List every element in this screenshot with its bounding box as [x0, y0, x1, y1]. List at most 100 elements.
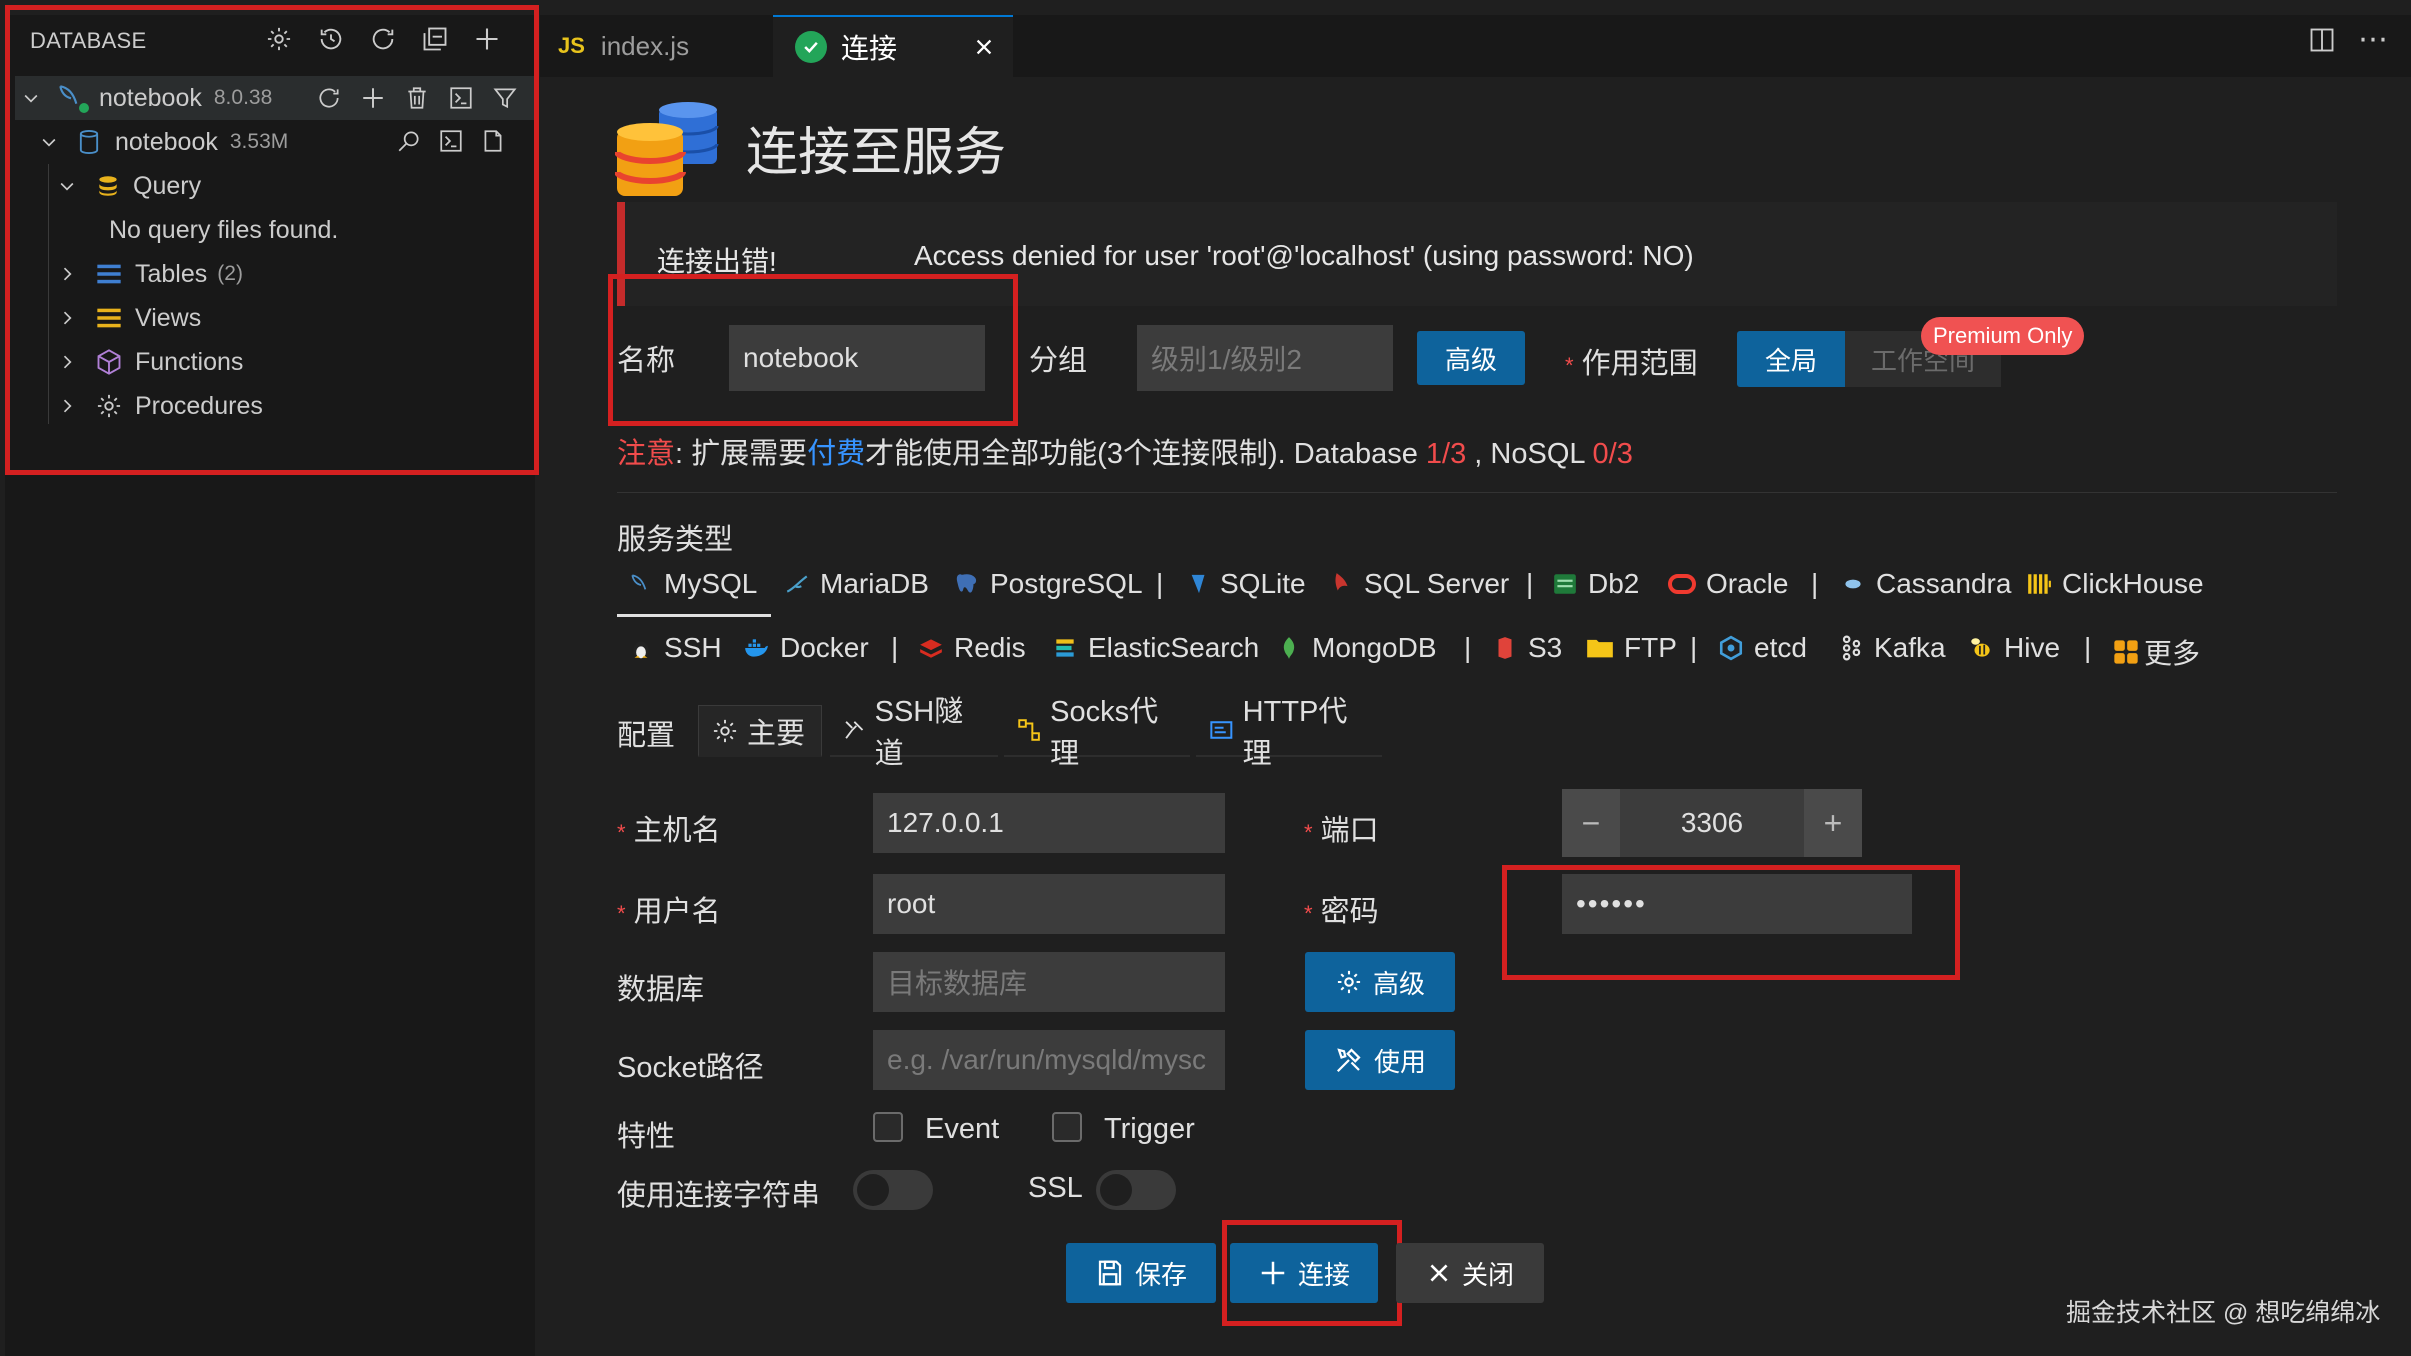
group-input[interactable]: 级别1/级别2	[1137, 325, 1393, 391]
service-more[interactable]: 更多	[2112, 632, 2200, 672]
kafka-icon	[1842, 635, 1861, 661]
chevron-right-icon[interactable]	[55, 306, 79, 330]
database-advanced-button[interactable]: 高级	[1305, 952, 1455, 1012]
service-label: SQLite	[1220, 568, 1306, 599]
trigger-checkbox[interactable]	[1052, 1112, 1082, 1142]
service-postgresql[interactable]: PostgreSQL	[954, 568, 1143, 600]
separator: |	[1690, 632, 1698, 663]
service-mongodb[interactable]: MongoDB	[1276, 632, 1437, 664]
service-redis[interactable]: Redis	[918, 632, 1026, 664]
terminal-icon[interactable]	[444, 81, 478, 115]
service-label: Docker	[780, 632, 869, 663]
tree-query-empty: No query files found.	[15, 208, 535, 252]
tab-main[interactable]: 主要	[698, 705, 822, 757]
chevron-down-icon[interactable]	[37, 130, 61, 154]
tab-label: 连接	[841, 33, 898, 64]
functions-label: Functions	[135, 347, 244, 376]
filter-icon[interactable]	[488, 81, 522, 115]
service-ftp[interactable]: FTP	[1586, 632, 1677, 664]
sqlite-icon	[1191, 574, 1205, 594]
connect-button[interactable]: 连接	[1230, 1243, 1378, 1303]
tab-http-proxy[interactable]: HTTP代理	[1196, 696, 1382, 770]
service-mysql[interactable]: MySQL	[628, 568, 757, 600]
service-clickhouse[interactable]: ClickHouse	[2026, 568, 2204, 600]
tab-socks-proxy[interactable]: Socks代理	[1004, 696, 1190, 770]
scope-global-button[interactable]: 全局	[1737, 331, 1845, 387]
refresh-icon[interactable]	[312, 81, 346, 115]
service-label: Cassandra	[1876, 568, 2012, 599]
service-kafka[interactable]: Kafka	[1838, 632, 1946, 664]
service-elasticsearch[interactable]: ElasticSearch	[1052, 632, 1259, 664]
close-button[interactable]: 关闭	[1396, 1243, 1544, 1303]
add-icon[interactable]	[356, 81, 390, 115]
grid-icon	[2114, 640, 2138, 664]
service-docker[interactable]: Docker	[742, 632, 869, 664]
tree-views[interactable]: Views	[15, 296, 535, 340]
tree-procedures[interactable]: Procedures	[15, 384, 535, 428]
service-s3[interactable]: S3	[1492, 632, 1562, 664]
socks-proxy-icon	[1018, 719, 1040, 741]
chevron-right-icon[interactable]	[55, 350, 79, 374]
service-sqlserver[interactable]: SQL Server	[1328, 568, 1509, 600]
password-input[interactable]: ••••••	[1562, 874, 1912, 934]
service-hive[interactable]: Hive	[1968, 632, 2060, 664]
pay-link[interactable]: 付费	[807, 438, 865, 470]
config-label: 配置	[617, 720, 676, 752]
tree-query[interactable]: Query	[15, 164, 535, 208]
service-cassandra[interactable]: Cassandra	[1840, 568, 2011, 600]
service-label: MySQL	[664, 568, 758, 599]
chevron-down-icon[interactable]	[55, 174, 79, 198]
search-icon[interactable]	[392, 124, 426, 158]
history-icon[interactable]	[314, 22, 348, 56]
port-value[interactable]: 3306	[1620, 789, 1804, 857]
notice-text-3: , NoSQL	[1466, 438, 1593, 470]
split-editor-icon[interactable]	[2308, 26, 2336, 54]
advanced-button[interactable]: 高级	[1417, 331, 1525, 385]
refresh-icon[interactable]	[366, 22, 400, 56]
mongodb-icon	[1283, 637, 1295, 659]
service-ssh[interactable]: SSH	[628, 632, 722, 664]
service-oracle[interactable]: Oracle	[1668, 568, 1788, 600]
more-actions-icon[interactable]: ⋯	[2358, 22, 2388, 57]
tab-label: Socks代理	[1050, 696, 1159, 770]
collapse-all-icon[interactable]	[418, 22, 452, 56]
gear-icon[interactable]	[262, 22, 296, 56]
service-mariadb[interactable]: MariaDB	[784, 568, 929, 600]
connection-string-toggle[interactable]	[853, 1170, 933, 1210]
host-input[interactable]: 127.0.0.1	[873, 793, 1225, 853]
database-input[interactable]: 目标数据库	[873, 952, 1225, 1012]
name-input[interactable]: notebook	[729, 325, 985, 391]
close-icon	[1430, 1264, 1448, 1282]
close-icon[interactable]	[973, 36, 995, 58]
terminal-icon[interactable]	[434, 124, 468, 158]
plus-icon[interactable]: +	[1804, 789, 1862, 857]
event-checkbox[interactable]	[873, 1112, 903, 1142]
chevron-down-icon[interactable]	[19, 86, 43, 110]
separator: |	[1156, 568, 1164, 599]
tab-ssh-tunnel[interactable]: SSH隧道	[830, 696, 998, 770]
service-etcd[interactable]: etcd	[1718, 632, 1807, 664]
tab-connect[interactable]: 连接	[773, 15, 1013, 77]
chevron-right-icon[interactable]	[55, 394, 79, 418]
add-icon[interactable]	[470, 22, 504, 56]
save-button[interactable]: 保存	[1066, 1243, 1216, 1303]
port-stepper[interactable]: − 3306 +	[1562, 789, 1862, 857]
user-input[interactable]: root	[873, 874, 1225, 934]
separator: |	[891, 632, 899, 663]
tree-tables[interactable]: Tables (2)	[15, 252, 535, 296]
tab-label: HTTP代理	[1242, 696, 1348, 770]
postgresql-icon	[956, 574, 977, 593]
new-file-icon[interactable]	[476, 124, 510, 158]
ssl-toggle[interactable]	[1096, 1170, 1176, 1210]
socket-input[interactable]: e.g. /var/run/mysqld/mysc	[873, 1030, 1225, 1090]
service-sqlite[interactable]: SQLite	[1188, 568, 1306, 600]
chevron-right-icon[interactable]	[55, 262, 79, 286]
service-label: PostgreSQL	[990, 568, 1143, 599]
socket-use-button[interactable]: 使用	[1305, 1030, 1455, 1090]
error-message: Access denied for user 'root'@'localhost…	[914, 240, 1694, 271]
tab-index-js[interactable]: JS index.js	[548, 15, 770, 77]
tree-functions[interactable]: Functions	[15, 340, 535, 384]
service-db2[interactable]: Db2	[1552, 568, 1639, 600]
minus-icon[interactable]: −	[1562, 789, 1620, 857]
trash-icon[interactable]	[400, 81, 434, 115]
